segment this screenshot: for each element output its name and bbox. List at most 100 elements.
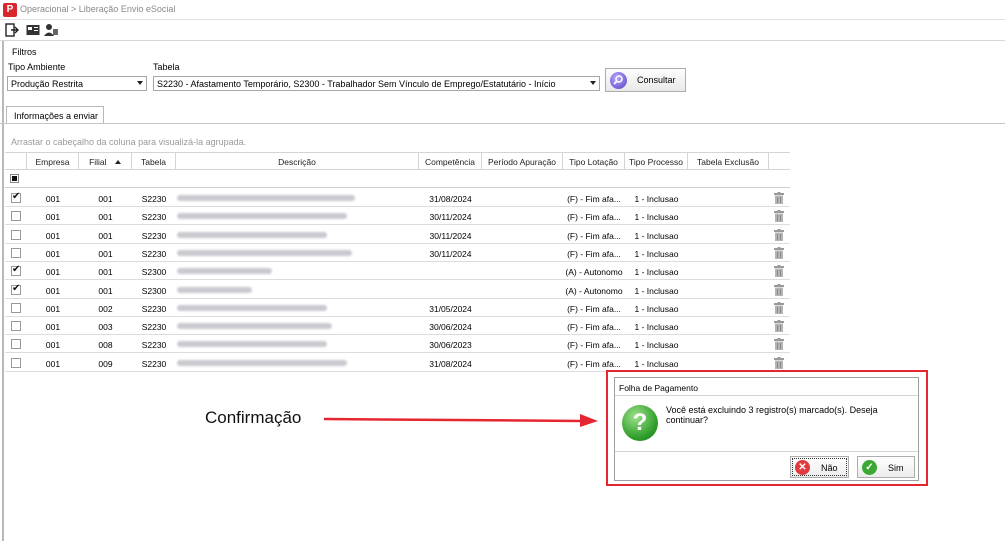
cell-tabela: S2230: [141, 230, 167, 241]
header-empresa[interactable]: Empresa: [27, 153, 79, 170]
cell-tabela: S2230: [141, 358, 167, 369]
cell-tabela: S2230: [141, 248, 167, 259]
header-periodo-apuracao[interactable]: Período Apuração: [482, 153, 563, 170]
chevron-down-icon[interactable]: [137, 81, 143, 85]
cell-competencia: 31/08/2024: [429, 194, 472, 204]
header-actions: [769, 153, 790, 170]
header-filial-label: Filial: [89, 157, 107, 167]
cell-filial: 008: [98, 340, 113, 351]
cell-tipo-processo: 1 - Inclusao: [634, 248, 679, 259]
table-row[interactable]: 001 001 S2230 30/11/2024 (F) - Fim afa... 1 -…: [5, 244, 790, 262]
cell-tipo-processo: 1 - Inclusao: [634, 212, 679, 223]
tab-informacoes-a-enviar[interactable]: Informações a enviar: [6, 106, 104, 124]
table-row[interactable]: 001 009 S2230 31/08/2024 (F) - Fim afa... 1 -…: [5, 354, 790, 372]
no-label: Não: [821, 463, 838, 473]
cell-competencia: [419, 281, 482, 299]
tabela-select[interactable]: S2230 - Afastamento Temporário, S2300 - …: [153, 76, 600, 91]
table-row[interactable]: 001 001 S2230 30/11/2024 (F) - Fim afa... 1 -…: [5, 207, 790, 226]
select-all-checkbox[interactable]: [10, 174, 19, 183]
chevron-down-icon[interactable]: [590, 81, 596, 85]
trash-icon[interactable]: [774, 228, 784, 241]
cell-tipo-lotacao: (F) - Fim afa...: [567, 340, 621, 351]
row-checkbox[interactable]: [11, 264, 21, 277]
table-row[interactable]: 001 003 S2230 30/06/2024 (F) - Fim afa... 1 -…: [5, 317, 790, 336]
row-checkbox[interactable]: [11, 339, 21, 350]
users-icon[interactable]: [44, 23, 58, 37]
consultar-button[interactable]: Consultar: [605, 68, 686, 92]
cell-tipo-lotacao: (A) - Autonomo: [565, 267, 623, 278]
row-checkbox[interactable]: [11, 321, 21, 332]
cell-empresa: 001: [45, 358, 61, 369]
header-descricao[interactable]: Descrição: [176, 153, 419, 170]
header-tipo-processo[interactable]: Tipo Processo: [625, 153, 688, 170]
trash-icon[interactable]: [774, 265, 784, 278]
row-checkbox[interactable]: [11, 283, 21, 295]
redacted-description: [177, 304, 327, 311]
header-tabela[interactable]: Tabela: [132, 153, 176, 170]
cell-competencia: 30/11/2024: [429, 212, 472, 223]
row-checkbox[interactable]: [11, 357, 21, 368]
trash-icon[interactable]: [774, 192, 784, 204]
id-card-icon[interactable]: [26, 23, 40, 37]
row-checkbox[interactable]: [11, 211, 21, 222]
no-button[interactable]: ✕ Não: [790, 456, 849, 478]
breadcrumb: Operacional > Liberação Envio eSocial: [20, 4, 176, 14]
cell-tipo-processo: 1 - Inclusao: [634, 194, 679, 204]
header-filial[interactable]: Filial: [79, 153, 132, 170]
trash-icon[interactable]: [774, 246, 784, 259]
trash-icon[interactable]: [774, 356, 784, 369]
row-checkbox[interactable]: [11, 229, 21, 240]
tabela-value: S2230 - Afastamento Temporário, S2300 - …: [157, 79, 556, 89]
trash-icon[interactable]: [774, 320, 784, 333]
header-tipo-lotacao[interactable]: Tipo Lotação: [563, 153, 625, 170]
cell-periodo-apuracao: [482, 299, 563, 317]
redacted-description: [177, 359, 347, 366]
cell-filial: 002: [98, 303, 113, 314]
cell-tipo-lotacao: (F) - Fim afa...: [567, 212, 621, 223]
cell-periodo-apuracao: [482, 335, 563, 353]
cell-tipo-processo: 1 - Inclusao: [634, 230, 679, 241]
trash-icon[interactable]: [774, 338, 784, 351]
left-border: [2, 41, 4, 541]
yes-button[interactable]: ✓ Sim: [857, 456, 915, 478]
cell-empresa: 001: [45, 303, 61, 314]
yes-label: Sim: [888, 463, 904, 473]
table-row[interactable]: 001 001 S2230 30/11/2024 (F) - Fim afa... 1 -…: [5, 226, 790, 244]
grid-header: Empresa Filial Tabela Descrição Competên…: [5, 152, 790, 170]
trash-icon[interactable]: [774, 301, 784, 314]
cell-competencia: 30/06/2023: [429, 340, 472, 351]
redacted-description: [177, 195, 355, 201]
table-row[interactable]: 001 001 S2300 (A) - Autonomo 1 - Inclusao: [5, 262, 790, 281]
table-row[interactable]: 001 001 S2230 31/08/2024 (F) - Fim afa... 1 -…: [5, 189, 790, 207]
header-tabela-exclusao[interactable]: Tabela Exclusão: [688, 153, 769, 170]
table-row[interactable]: 001 008 S2230 30/06/2023 (F) - Fim afa... 1 -…: [5, 335, 790, 354]
cell-tipo-lotacao: (F) - Fim afa...: [567, 322, 621, 333]
cell-filial: 001: [98, 285, 113, 296]
header-select: [5, 153, 27, 170]
tipo-ambiente-select[interactable]: Produção Restrita: [7, 76, 147, 91]
close-icon: ✕: [795, 460, 810, 475]
cell-tabela: S2300: [141, 285, 167, 296]
header-competencia[interactable]: Competência: [419, 153, 482, 170]
cell-tipo-lotacao: (A) - Autonomo: [565, 285, 623, 296]
select-all-row: [5, 170, 790, 188]
cell-tipo-lotacao: (F) - Fim afa...: [567, 303, 621, 314]
check-icon: ✓: [862, 460, 877, 475]
cell-tipo-processo: 1 - Inclusao: [634, 322, 679, 333]
row-checkbox[interactable]: [11, 302, 21, 313]
tab-panel-border: [0, 123, 1005, 124]
trash-icon[interactable]: [774, 283, 784, 296]
cell-tabela: S2230: [141, 340, 167, 351]
exit-icon[interactable]: [5, 23, 19, 37]
table-row[interactable]: 001 001 S2300 (A) - Autonomo 1 - Inclusao: [5, 281, 790, 299]
dialog-message: Você está excluindo 3 registro(s) marcad…: [666, 405, 878, 425]
trash-icon[interactable]: [774, 210, 784, 223]
cell-empresa: 001: [45, 212, 61, 223]
table-row[interactable]: 001 002 S2230 31/05/2024 (F) - Fim afa... 1 -…: [5, 299, 790, 317]
cell-tabela: S2230: [141, 303, 167, 314]
app-logo-icon: P: [3, 3, 17, 17]
cell-tipo-processo: 1 - Inclusao: [634, 303, 679, 314]
row-checkbox[interactable]: [11, 191, 21, 203]
row-checkbox[interactable]: [11, 247, 21, 258]
cell-competencia: 31/05/2024: [429, 303, 472, 314]
